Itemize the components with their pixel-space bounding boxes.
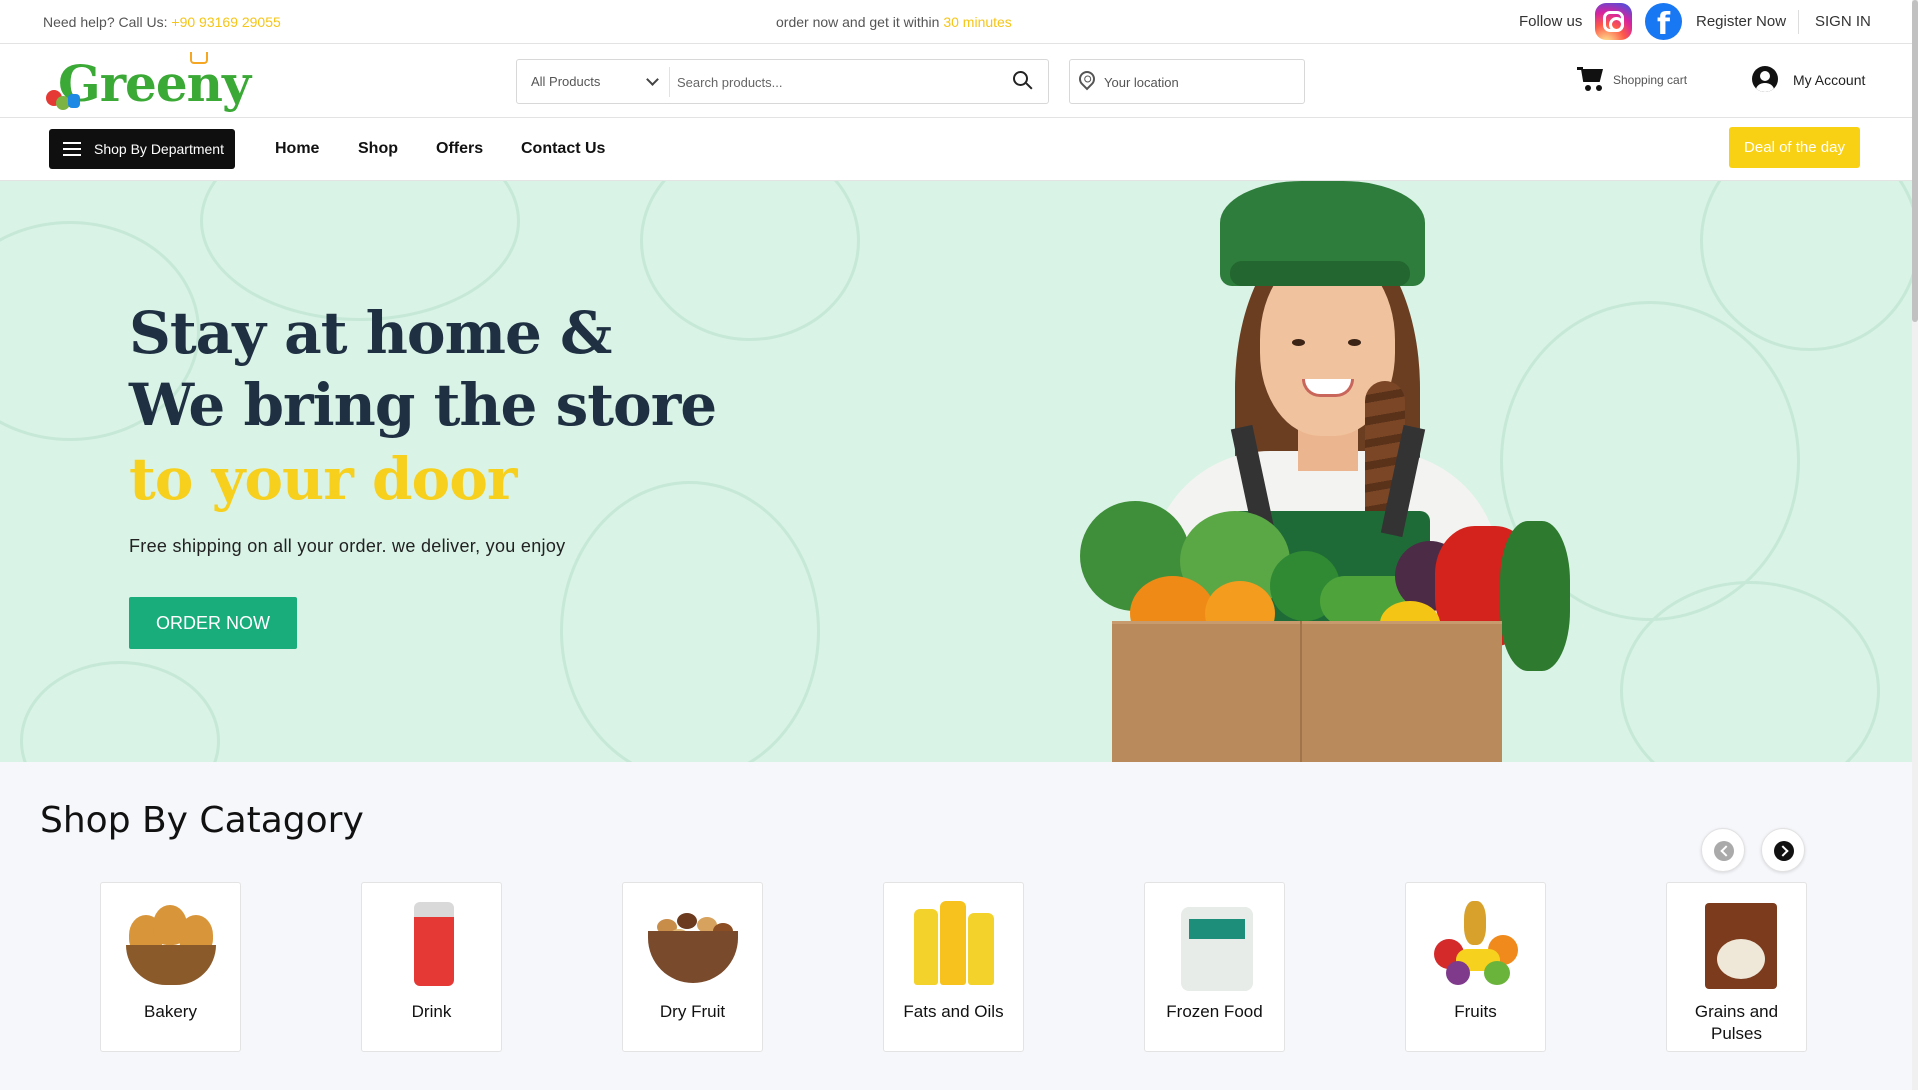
category-card-dry-fruit[interactable]: Dry Fruit (622, 882, 763, 1052)
search-input[interactable] (677, 68, 997, 96)
search-bar: All Products (516, 59, 1049, 104)
bakery-image (121, 897, 221, 989)
logo[interactable]: Greeny (46, 48, 251, 114)
category-label: Frozen Food (1166, 1002, 1263, 1021)
nav-link-offers[interactable]: Offers (436, 140, 483, 158)
follow-label: Follow us (1519, 13, 1583, 30)
promo-minutes: 30 minutes (943, 14, 1012, 30)
chevron-down-icon[interactable] (646, 73, 659, 86)
main-nav: Shop By Department Home Shop Offers Cont… (0, 118, 1912, 181)
signin-link[interactable]: SIGN IN (1815, 13, 1871, 30)
fruits-image (1426, 897, 1526, 989)
nav-link-contact[interactable]: Contact Us (521, 140, 605, 158)
carousel-prev-button[interactable] (1701, 828, 1745, 872)
nav-link-home[interactable]: Home (275, 140, 319, 158)
shopping-cart-link[interactable]: Shopping cart (1577, 64, 1697, 94)
category-card-fats-oils[interactable]: Fats and Oils (883, 882, 1024, 1052)
grains-pulses-image (1687, 897, 1787, 989)
help-text: Need help? Call Us: +90 93169 29055 (43, 14, 281, 30)
category-label: Dry Fruit (659, 1002, 726, 1021)
help-phone[interactable]: +90 93169 29055 (171, 14, 280, 30)
promo-text: order now and get it within 30 minutes (776, 14, 1012, 30)
cart-label: Shopping cart (1613, 73, 1688, 87)
account-label: My Account (1793, 72, 1866, 88)
category-label: Fats and Oils (903, 1002, 1004, 1021)
promo-label: order now and get it within (776, 14, 944, 30)
category-label: Bakery (144, 1002, 197, 1021)
doodle-shape (640, 181, 860, 341)
category-label: Grains and Pulses (1694, 1002, 1779, 1043)
logo-bottle-icon (68, 94, 80, 108)
deal-of-the-day-button[interactable]: Deal of the day (1729, 127, 1860, 168)
search-icon[interactable] (1013, 71, 1033, 90)
order-now-button[interactable]: ORDER NOW (129, 597, 297, 649)
facebook-icon[interactable]: f (1645, 3, 1682, 40)
department-label: Shop By Department (94, 141, 224, 157)
hero-woman-image (1030, 181, 1570, 762)
my-account-link[interactable]: My Account (1752, 66, 1882, 94)
menu-icon (63, 142, 81, 156)
category-card-fruits[interactable]: Fruits (1405, 882, 1546, 1052)
hero-title-line-1: Stay at home & (129, 299, 612, 367)
chevron-left-icon (1714, 841, 1734, 861)
chevron-right-icon (1774, 841, 1794, 861)
category-card-bakery[interactable]: Bakery (100, 882, 241, 1052)
doodle-shape (1700, 181, 1912, 351)
location-pin-icon (1075, 67, 1099, 91)
logo-cart-icon (190, 52, 208, 64)
page-scrollbar[interactable] (1912, 0, 1918, 1090)
cart-icon (1577, 64, 1607, 92)
scrollbar-thumb[interactable] (1912, 0, 1918, 322)
category-card-grains-pulses[interactable]: Grains and Pulses (1666, 882, 1807, 1052)
carousel-next-button[interactable] (1761, 828, 1805, 872)
location-input[interactable] (1104, 69, 1294, 95)
nav-link-shop[interactable]: Shop (358, 140, 398, 158)
doodle-shape (20, 661, 220, 762)
category-section: Shop By Catagory Bakery Drink Dry Fruit (0, 762, 1912, 1090)
hero-banner: Stay at home & We bring the store to you… (0, 181, 1912, 762)
category-card-drink[interactable]: Drink (361, 882, 502, 1052)
help-label: Need help? Call Us: (43, 14, 172, 30)
search-divider (669, 67, 670, 97)
category-title: Shop By Catagory (40, 800, 364, 841)
instagram-icon[interactable] (1595, 3, 1632, 40)
category-label: Drink (411, 1002, 452, 1021)
frozen-food-image (1165, 897, 1265, 991)
location-field (1069, 59, 1305, 104)
register-link[interactable]: Register Now (1696, 13, 1786, 30)
fats-oils-image (904, 897, 1004, 989)
hero-title-line-3: to your door (129, 445, 517, 513)
doodle-shape (560, 481, 820, 762)
main-header: Greeny All Products Shopping cart My Acc… (0, 44, 1912, 118)
drink-image (382, 897, 482, 989)
user-icon (1752, 66, 1778, 92)
shop-by-department-button[interactable]: Shop By Department (49, 129, 235, 169)
top-bar: Need help? Call Us: +90 93169 29055 orde… (0, 0, 1912, 44)
category-card-frozen-food[interactable]: Frozen Food (1144, 882, 1285, 1052)
hero-title-line-2: We bring the store (129, 371, 717, 439)
dry-fruit-image (643, 897, 743, 989)
topbar-divider (1798, 10, 1799, 34)
logo-text: Greeny (58, 54, 251, 113)
hero-subtitle: Free shipping on all your order. we deli… (129, 536, 566, 556)
category-label: Fruits (1454, 1002, 1497, 1021)
search-category-select[interactable]: All Products (531, 74, 600, 89)
